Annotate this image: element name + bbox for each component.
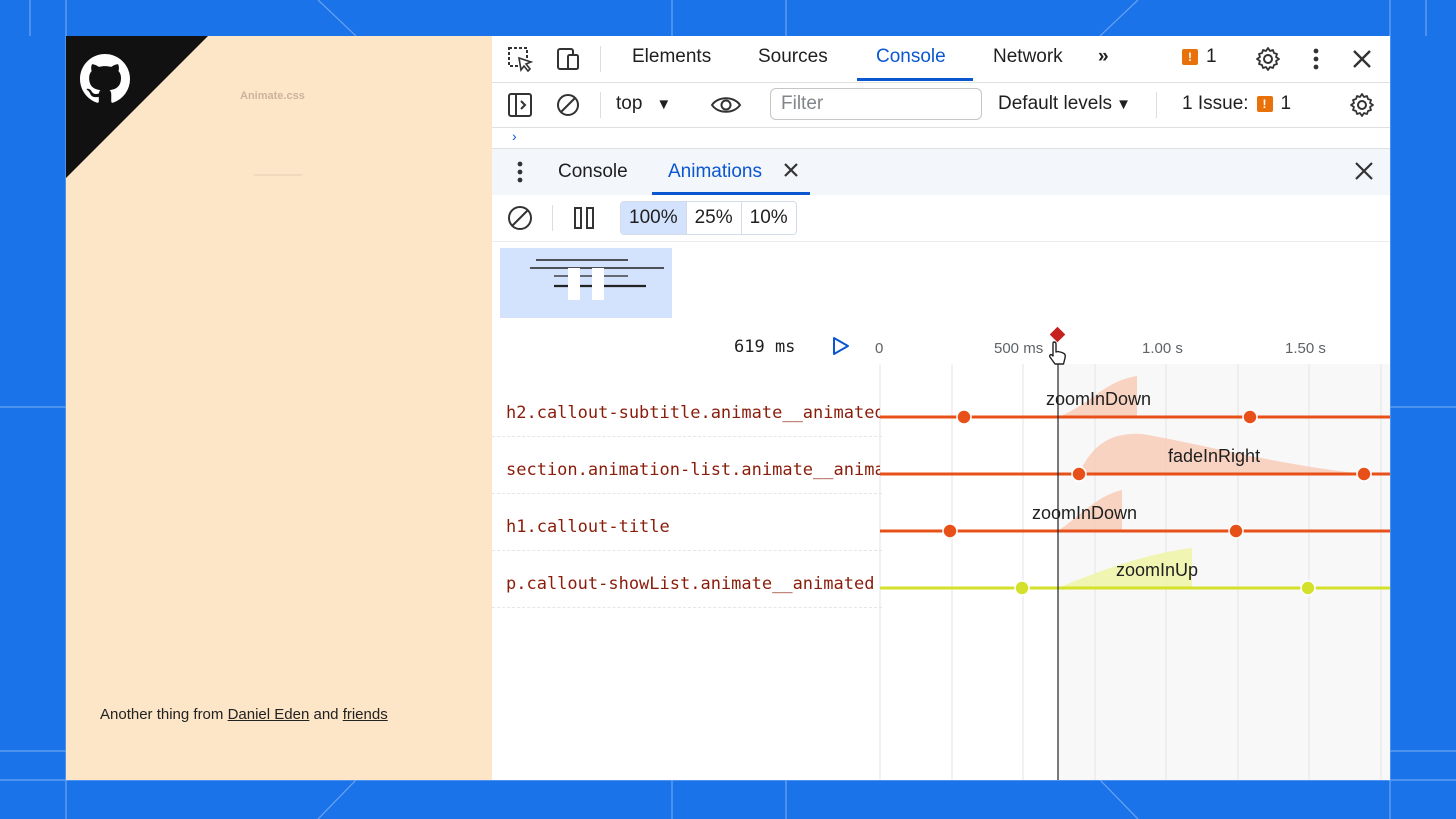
- issues-counter[interactable]: 1 Issue: ! 1: [1182, 93, 1291, 115]
- drawer-tab-console[interactable]: Console: [558, 161, 628, 183]
- browser-window: Animate.css Another thing from Daniel Ed…: [66, 36, 1390, 780]
- tab-network[interactable]: Network: [993, 46, 1063, 68]
- toolbar-divider: [600, 46, 601, 72]
- animation-name-label: fadeInRight: [1168, 446, 1261, 466]
- animation-row-selector[interactable]: h1.callout-title: [506, 517, 880, 537]
- tab-sources[interactable]: Sources: [758, 46, 828, 68]
- friends-link[interactable]: friends: [343, 706, 388, 723]
- toolbar-divider: [1156, 92, 1157, 118]
- close-animations-tab-icon[interactable]: [780, 159, 802, 181]
- console-toolbar: top▼ Default levels▼ 1 Issue: ! 1: [492, 83, 1390, 128]
- issue-flag-icon: !: [1182, 49, 1198, 65]
- issues-badge-count: 1: [1206, 46, 1217, 67]
- row-divider: [492, 493, 882, 494]
- issues-badge[interactable]: ! 1: [1182, 46, 1217, 68]
- author-link[interactable]: Daniel Eden: [228, 706, 310, 723]
- playback-rate-10[interactable]: 10%: [741, 202, 796, 234]
- animation-controls: 100% 25% 10%: [492, 195, 1390, 242]
- clear-console-icon[interactable]: [554, 91, 582, 119]
- devtools-panel: Elements Sources Console Network » ! 1 t…: [492, 36, 1390, 780]
- hand-cursor-icon: [1048, 341, 1066, 365]
- replay-play-icon[interactable]: [829, 335, 851, 357]
- active-tab-indicator: [857, 78, 973, 81]
- issues-label: 1 Issue:: [1182, 93, 1249, 114]
- animation-name-label: zoomInDown: [1046, 389, 1152, 409]
- toolbar-divider: [552, 205, 553, 231]
- log-levels-label: Default levels: [998, 93, 1113, 114]
- tab-elements[interactable]: Elements: [632, 46, 711, 68]
- group-preview-graphic: [530, 259, 664, 300]
- playback-rate-group: 100% 25% 10%: [620, 201, 797, 235]
- prompt-chevron-icon: ›: [512, 128, 517, 144]
- context-selector[interactable]: top ▼: [616, 93, 671, 115]
- filter-input[interactable]: [770, 88, 982, 120]
- playback-rate-100[interactable]: 100%: [621, 202, 687, 234]
- footer-text-and: and: [309, 706, 343, 723]
- ruler-tick: 1.00 s: [1142, 340, 1183, 357]
- tab-console[interactable]: Console: [876, 46, 946, 68]
- more-tabs-chevron-icon[interactable]: »: [1098, 46, 1109, 68]
- dropdown-triangle-icon: ▼: [1116, 96, 1131, 113]
- animation-row-selector[interactable]: section.animation-list.animate__animated: [506, 460, 880, 480]
- close-drawer-icon[interactable]: [1352, 159, 1376, 183]
- page-brand: Animate.css: [240, 90, 305, 102]
- inspect-element-icon[interactable]: [506, 45, 534, 73]
- playback-rate-25[interactable]: 25%: [686, 202, 742, 234]
- issue-flag-icon: !: [1256, 96, 1273, 112]
- timeline-graphic: [879, 326, 1390, 780]
- settings-gear-icon[interactable]: [1254, 45, 1282, 73]
- log-levels-dropdown[interactable]: Default levels ▼: [998, 93, 1131, 115]
- device-toolbar-icon[interactable]: [554, 45, 582, 73]
- page-footer: Another thing from Daniel Eden and frien…: [100, 706, 388, 723]
- drawer-tabbar: Console Animations: [492, 148, 1390, 196]
- console-settings-gear-icon[interactable]: [1348, 91, 1376, 119]
- context-value: top: [616, 93, 643, 114]
- kebab-menu-icon[interactable]: [1302, 45, 1330, 73]
- footer-text: Another thing from: [100, 706, 228, 723]
- row-divider: [492, 436, 882, 437]
- close-devtools-icon[interactable]: [1348, 45, 1376, 73]
- github-icon: [80, 54, 130, 103]
- console-prompt[interactable]: ›: [492, 128, 1390, 146]
- animation-group-preview[interactable]: [500, 248, 672, 318]
- animation-timeline: 619 ms 0 500 ms 1.00 s 1.50 s h2.callout…: [492, 324, 1390, 780]
- row-divider: [492, 550, 882, 551]
- ruler-tick: 500 ms: [994, 340, 1044, 357]
- toolbar-divider: [600, 92, 601, 118]
- current-time-readout: 619 ms: [734, 337, 796, 357]
- animation-row-selector[interactable]: h2.callout-subtitle.animate__animated: [506, 403, 880, 423]
- sidebar-toggle-icon[interactable]: [506, 91, 534, 119]
- devtools-main-toolbar: Elements Sources Console Network » ! 1: [492, 36, 1390, 83]
- web-page: Animate.css Another thing from Daniel Ed…: [66, 36, 492, 780]
- dropdown-triangle-icon: ▼: [656, 96, 672, 113]
- animation-row-selector[interactable]: p.callout-showList.animate__animated: [506, 574, 880, 594]
- animation-name-label: zoomInUp: [1116, 560, 1199, 580]
- ruler-tick: 1.50 s: [1285, 340, 1326, 357]
- ruler-tick: 0: [875, 340, 884, 357]
- clear-animations-icon[interactable]: [506, 204, 534, 232]
- animation-name-label: zoomInDown: [1032, 503, 1138, 523]
- pause-all-icon[interactable]: [570, 204, 598, 232]
- page-divider: [254, 174, 302, 176]
- live-expression-eye-icon[interactable]: [710, 91, 742, 119]
- drawer-menu-icon[interactable]: [506, 158, 534, 186]
- drawer-tab-animations[interactable]: Animations: [668, 161, 762, 183]
- animation-groups: [492, 242, 1390, 325]
- issues-count: 1: [1280, 93, 1292, 114]
- row-divider: [492, 607, 882, 608]
